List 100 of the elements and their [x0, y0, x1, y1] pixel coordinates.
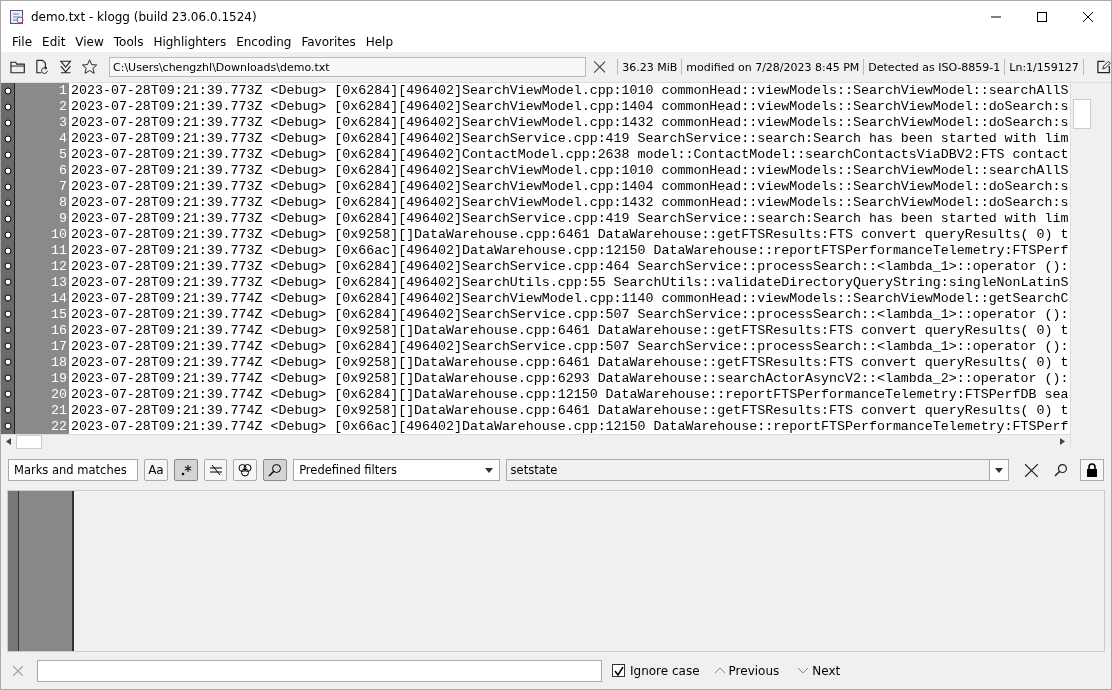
search-icon — [268, 463, 283, 477]
log-line: 2023-07-28T09:21:39.774Z <Debug> [0x9258][]DataWarehouse.cpp:6293 DataWarehouse::searchActorAsyncV2::<lambda_2>::operator (): — [71, 371, 1069, 387]
line-number: 13 — [51, 275, 67, 291]
log-line: 2023-07-28T09:21:39.773Z <Debug> [0x6284][496402]SearchService.cpp:419 SearchService::search:Search has been started with lim — [71, 211, 1069, 227]
line-number: 1 — [59, 83, 67, 99]
log-line: 2023-07-28T09:21:39.773Z <Debug> [0x66ac][496402]DataWarehouse.cpp:12150 DataWarehouse::reportFTSPerformanceTelemetry:FTSPerf — [71, 243, 1069, 259]
line-marker-icon[interactable] — [3, 246, 12, 255]
menu-item[interactable]: Tools — [108, 35, 149, 49]
scroll-left-icon[interactable] — [6, 438, 11, 445]
filters-dropdown[interactable]: Predefined filters — [293, 459, 500, 481]
history-dropdown-button[interactable] — [989, 459, 1010, 481]
line-marker-icon[interactable] — [3, 310, 12, 319]
line-marker-icon[interactable] — [3, 294, 12, 303]
line-number: 4 — [59, 131, 67, 147]
log-line: 2023-07-28T09:21:39.774Z <Debug> [0x6284][496402]SearchViewModel.cpp:1140 commonHead::viewModels::SearchViewModel::getSearchC — [71, 291, 1069, 307]
maximize-icon[interactable] — [1037, 11, 1047, 22]
caret-icon — [484, 467, 493, 473]
search-icon[interactable] — [1054, 463, 1069, 477]
up-chevron-icon — [713, 667, 726, 674]
line-number: 18 — [51, 355, 67, 371]
line-marker-icon[interactable] — [3, 390, 12, 399]
log-line: 2023-07-28T09:21:39.774Z <Debug> [0x66ac][496402]DataWarehouse.cpp:12150 DataWarehouse::reportFTSPerformanceTelemetry:FTSPerf — [71, 419, 1069, 434]
line-marker-icon[interactable] — [3, 150, 12, 159]
line-number: 15 — [51, 307, 67, 323]
window-title: demo.txt - klogg (build 23.06.0.1524) — [31, 9, 257, 24]
menu-item[interactable]: View — [70, 35, 109, 49]
menu-item[interactable]: File — [7, 35, 38, 49]
line-marker-icon[interactable] — [3, 134, 12, 143]
menu-item[interactable]: Favorites — [296, 35, 361, 49]
menu-item[interactable]: Encoding — [231, 35, 297, 49]
search-field[interactable]: setstate — [505, 459, 990, 481]
path-field[interactable]: C:\Users\chengzhl\Downloads\demo.txt — [109, 57, 586, 77]
checkbox-label: Ignore case — [630, 663, 700, 678]
clear-icon[interactable] — [1025, 463, 1039, 477]
log-line: 2023-07-28T09:21:39.773Z <Debug> [0x6284][496402]SearchViewModel.cpp:1010 commonHead::viewModels::SearchViewModel::searchAllS — [71, 163, 1069, 179]
edit-icon[interactable] — [1095, 59, 1111, 75]
app-icon — [9, 8, 25, 25]
mode-dropdown[interactable]: Marks and matches — [8, 459, 138, 481]
line-number: 5 — [59, 147, 67, 163]
lock-button[interactable] — [1080, 459, 1105, 481]
status-text: Detected as ISO-8859-1 — [868, 60, 1001, 74]
menu-item[interactable]: Highlighters — [148, 35, 232, 49]
line-marker-icon[interactable] — [3, 182, 12, 191]
horizontal-scrollbar[interactable] — [1, 434, 1070, 449]
reload-icon[interactable] — [34, 59, 50, 75]
log-line: 2023-07-28T09:21:39.774Z <Debug> [0x6284][496402]SearchService.cpp:507 SearchService::processSearch::<lambda_1>::operator (): — [71, 307, 1069, 323]
scrollbar-thumb[interactable] — [16, 435, 42, 449]
scrollbar-thumb[interactable] — [1073, 99, 1091, 129]
clear-icon[interactable] — [593, 61, 606, 73]
line-marker-icon[interactable] — [3, 230, 12, 239]
line-marker-icon[interactable] — [3, 198, 12, 207]
folder-icon[interactable] — [10, 60, 26, 74]
line-number: 21 — [51, 403, 67, 419]
line-marker-icon[interactable] — [3, 87, 12, 95]
line-marker-icon[interactable] — [3, 278, 12, 287]
inverse-toggle[interactable] — [203, 459, 228, 481]
line-number: 12 — [51, 259, 67, 275]
line-marker-icon[interactable] — [3, 326, 12, 335]
menu-item[interactable]: Help — [360, 35, 399, 49]
auto-refresh-toggle[interactable] — [263, 459, 288, 481]
follow-icon[interactable] — [58, 59, 72, 75]
next-button[interactable]: Next — [793, 663, 845, 678]
log-line: 2023-07-28T09:21:39.774Z <Debug> [0x6284][]DataWarehouse.cpp:12150 DataWarehouse::reportFTSPerformanceTelemetry:FTSPerfDB sea — [71, 387, 1069, 403]
down-chevron-icon — [797, 667, 810, 674]
line-number: 20 — [51, 387, 67, 403]
regex-icon — [179, 464, 192, 476]
line-marker-icon[interactable] — [3, 214, 12, 223]
line-marker-icon[interactable] — [3, 102, 12, 111]
close-icon[interactable] — [1083, 11, 1093, 22]
star-icon[interactable] — [80, 58, 98, 76]
line-number: 16 — [51, 323, 67, 339]
line-marker-icon[interactable] — [3, 374, 12, 383]
caret-icon — [995, 467, 1004, 473]
log-line: 2023-07-28T09:21:39.773Z <Debug> [0x6284][496402]SearchViewModel.cpp:1404 commonHead::viewModels::SearchViewModel::doSearch:s — [71, 99, 1069, 115]
line-marker-icon[interactable] — [3, 406, 12, 414]
combine-toggle[interactable] — [233, 459, 258, 481]
log-line: 2023-07-28T09:21:39.773Z <Debug> [0x6284][496402]SearchViewModel.cpp:1432 commonHead::viewModels::SearchViewModel::doSearch:s — [71, 195, 1069, 211]
status-text: modified on 7/28/2023 8:45 PM — [686, 60, 860, 74]
line-marker-icon[interactable] — [3, 358, 12, 367]
scroll-right-icon[interactable] — [1060, 438, 1065, 445]
line-number: 19 — [51, 371, 67, 387]
line-marker-icon[interactable] — [3, 262, 12, 271]
regex-toggle[interactable] — [173, 459, 198, 481]
line-number: 2 — [59, 99, 67, 115]
menu-item[interactable]: Edit — [37, 35, 71, 49]
vertical-scrollbar[interactable] — [1070, 83, 1111, 449]
line-marker-icon[interactable] — [3, 422, 12, 430]
line-number: 11 — [51, 243, 67, 259]
line-marker-icon[interactable] — [3, 342, 12, 351]
status-text: 36.23 MiB — [622, 60, 678, 74]
line-marker-icon[interactable] — [3, 118, 12, 127]
match-case-toggle[interactable]: Aa — [144, 459, 168, 481]
line-number: 3 — [59, 115, 67, 131]
line-marker-icon[interactable] — [3, 166, 12, 175]
quick-find-field[interactable] — [37, 659, 602, 682]
log-line: 2023-07-28T09:21:39.773Z <Debug> [0x6284][496402]SearchService.cpp:419 SearchService::search:Search has been started with lim — [71, 131, 1069, 147]
log-line: 2023-07-28T09:21:39.774Z <Debug> [0x6284][496402]SearchService.cpp:507 SearchService::processSearch::<lambda_1>::operator (): — [71, 339, 1069, 355]
log-line: 2023-07-28T09:21:39.773Z <Debug> [0x6284][496402]ContactModel.cpp:2638 model::ContactModel::searchContactsViaDBV2:FTS contact — [71, 147, 1069, 163]
ignore-case-checkbox[interactable] — [612, 664, 625, 677]
previous-button[interactable]: Previous — [709, 663, 784, 678]
